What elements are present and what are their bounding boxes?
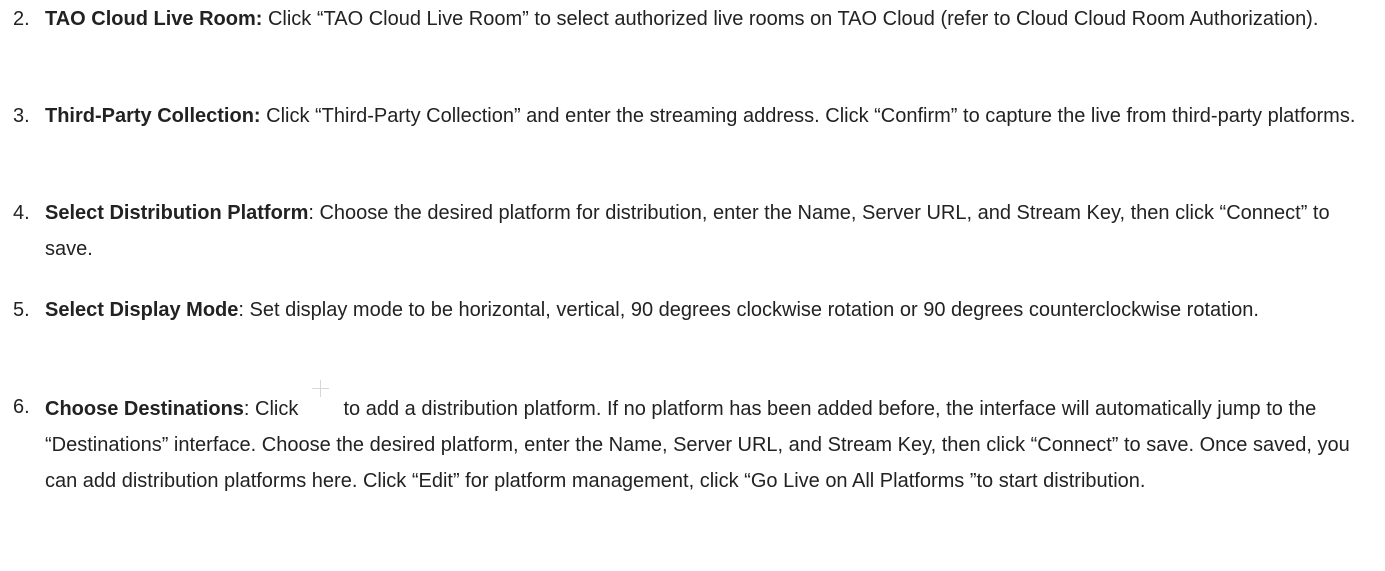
- step-body: Select Distribution Platform: Choose the…: [45, 195, 1375, 267]
- list-item: 6. Choose Destinations: Click to add a d…: [0, 380, 1385, 499]
- step-body: Choose Destinations: Click to add a dist…: [45, 380, 1375, 499]
- step-title: Select Distribution Platform: [45, 202, 309, 224]
- step-text: : Set display mode to be horizontal, ver…: [238, 299, 1259, 321]
- step-number: 6.: [13, 396, 30, 418]
- step-title: Third-Party Collection:: [45, 105, 261, 127]
- step-number: 4.: [13, 202, 30, 224]
- document-page: 2. TAO Cloud Live Room: Click “TAO Cloud…: [0, 0, 1385, 571]
- list-item: 4. Select Distribution Platform: Choose …: [0, 195, 1385, 267]
- step-title: Select Display Mode: [45, 299, 239, 321]
- step-text: Click “Third-Party Collection” and enter…: [260, 105, 1356, 127]
- list-item: 2. TAO Cloud Live Room: Click “TAO Cloud…: [0, 1, 1385, 37]
- list-item: 3. Third-Party Collection: Click “Third-…: [0, 98, 1385, 134]
- step-title: Choose Destinations: [45, 398, 244, 420]
- step-number: 5.: [13, 299, 30, 321]
- step-text-before-icon: : Click: [243, 398, 304, 420]
- step-body: TAO Cloud Live Room: Click “TAO Cloud Li…: [45, 1, 1375, 37]
- step-number: 2.: [13, 8, 30, 30]
- step-number: 3.: [13, 105, 30, 127]
- plus-icon: [306, 380, 336, 419]
- step-title: TAO Cloud Live Room:: [45, 8, 263, 30]
- step-body: Third-Party Collection: Click “Third-Par…: [45, 98, 1375, 134]
- list-item: 5. Select Display Mode: Set display mode…: [0, 292, 1385, 328]
- step-body: Select Display Mode: Set display mode to…: [45, 292, 1375, 328]
- step-text: Click “TAO Cloud Live Room” to select au…: [262, 8, 1319, 30]
